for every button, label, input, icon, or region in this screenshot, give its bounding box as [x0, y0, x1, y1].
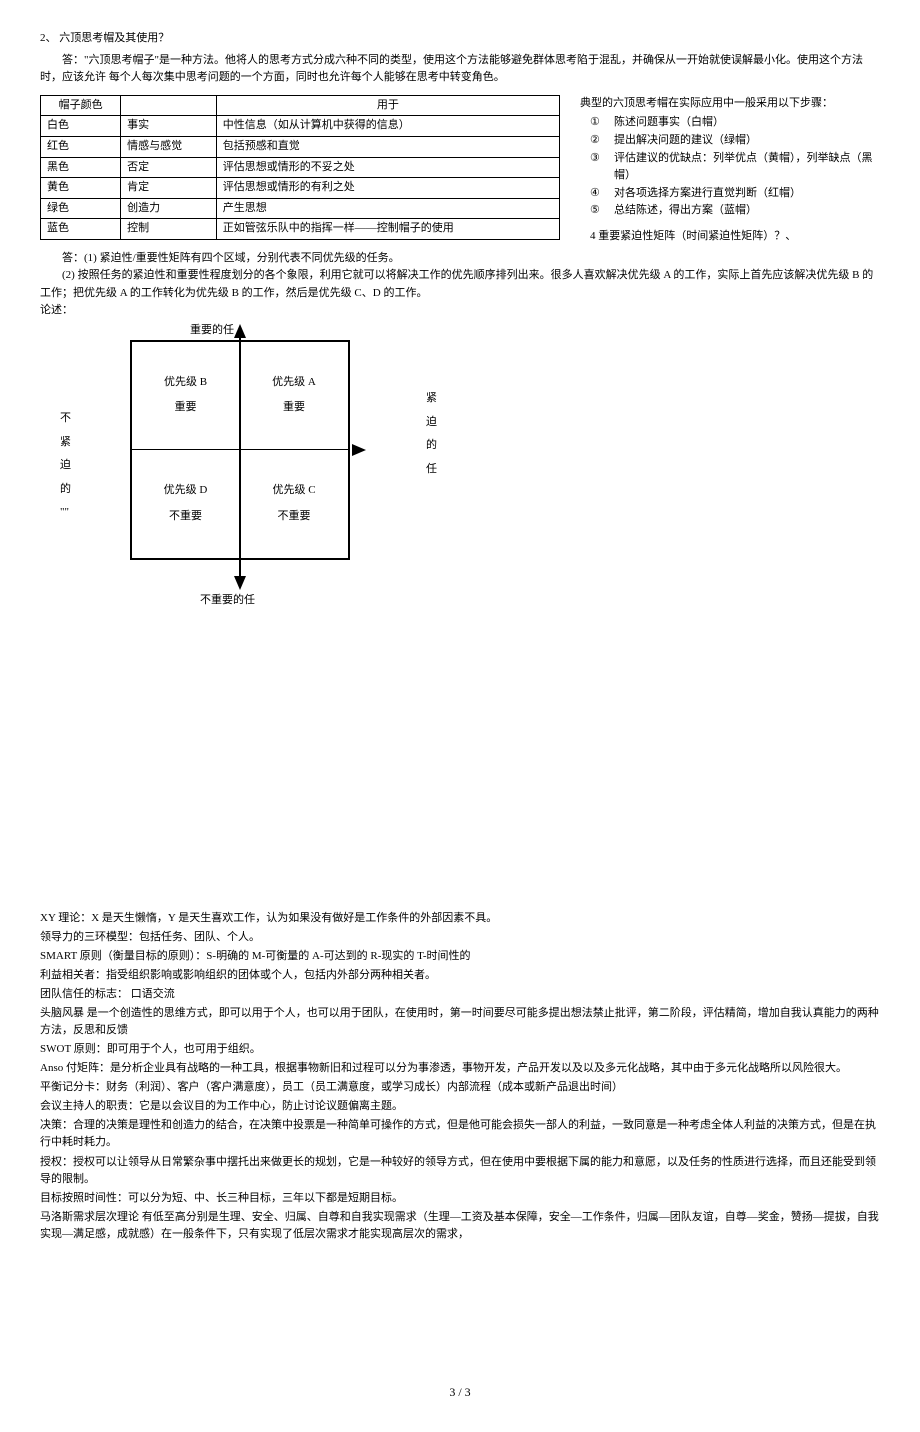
th-use: 用于 [216, 95, 559, 116]
vertical-axis [239, 338, 241, 582]
note-line: 会议主持人的职责：它是以会议目的为工作中心，防止讨论议题偏离主题。 [40, 1098, 880, 1115]
q4-title: 4 重要紧迫性矩阵（时间紧迫性矩阵）？、 [590, 228, 880, 246]
hats-table: 帽子颜色 用于 白色事实中性信息（如从计算机中获得的信息） 红色情感与感觉包括预… [40, 95, 560, 240]
note-line: 授权：授权可以让领导从日常繁杂事中摆托出来做更长的规划，它是一种较好的领导方式，… [40, 1154, 880, 1188]
quad-top-label: 重要的任 [190, 322, 234, 340]
quad-left-label: 不 紧 迫 的 "" [60, 410, 74, 528]
note-line: 团队信任的标志： 口语交流 [40, 986, 880, 1003]
arrow-down-icon [234, 576, 246, 590]
step: ④对各项选择方案进行直觉判断（红帽） [590, 185, 880, 203]
table-row: 白色事实中性信息（如从计算机中获得的信息） [41, 116, 560, 137]
table-row: 黄色肯定评估思想或情形的有利之处 [41, 178, 560, 199]
note-line: 马洛斯需求层次理论 有低至高分别是生理、安全、归属、自尊和自我实现需求（生理—工… [40, 1209, 880, 1243]
quad-d: 优先级 D 不重要 [132, 450, 240, 558]
notes-section: XY 理论：X 是天生懒惰，Y 是天生喜欢工作，认为如果没有做好是工作条件的外部… [40, 910, 880, 1243]
note-line: 决策：合理的决策是理性和创造力的结合，在决策中投票是一种简单可操作的方式，但是他… [40, 1117, 880, 1151]
arrow-right-icon [352, 444, 366, 456]
note-line: 领导力的三环模型：包括任务、团队、个人。 [40, 929, 880, 946]
note-line: 头脑风暴 是一个创造性的思维方式，即可以用于个人，也可以用于团队，在使用时，第一… [40, 1005, 880, 1039]
answer2-l3: 论述： [40, 302, 880, 320]
page-number: 3 / 3 [40, 1383, 880, 1402]
note-line: SWOT 原则：即可用于个人，也可用于组织。 [40, 1041, 880, 1058]
table-row: 黑色否定评估思想或情形的不妥之处 [41, 157, 560, 178]
note-line: 平衡记分卡：财务（利润）、客户（客户满意度），员工（员工满意度，或学习成长）内部… [40, 1079, 880, 1096]
q2-answer: 答："六顶思考帽子"是一种方法。他将人的思考方式分成六种不同的类型，使用这个方法… [40, 52, 880, 87]
step: ②提出解决问题的建议（绿帽） [590, 132, 880, 150]
quad-bottom-label: 不重要的任 [200, 592, 255, 610]
quad-b: 优先级 B 重要 [132, 342, 240, 450]
note-line: Anso 付矩阵：是分析企业具有战略的一种工具，根据事物新旧和过程可以分为事渗透… [40, 1060, 880, 1077]
note-line: XY 理论：X 是天生懒惰，Y 是天生喜欢工作，认为如果没有做好是工作条件的外部… [40, 910, 880, 927]
answer2-l2: (2) 按照任务的紧迫性和重要性程度划分的各个象限，利用它就可以将解决工作的优先… [40, 267, 880, 302]
step: ①陈述问题事实（白帽） [590, 114, 880, 132]
note-line: SMART 原则（衡量目标的原则）：S-明确的 M-可衡量的 A-可达到的 R-… [40, 948, 880, 965]
step: ③评估建议的优缺点：列举优点（黄帽），列举缺点（黑帽） [590, 150, 880, 185]
th-color: 帽子颜色 [41, 95, 121, 116]
step: ⑤总结陈述，得出方案（蓝帽） [590, 202, 880, 220]
answer2-l1: 答：(1) 紧迫性/重要性矩阵有四个区域，分别代表不同优先级的任务。 [40, 250, 880, 268]
table-row: 红色情感与感觉包括预感和直觉 [41, 136, 560, 157]
priority-quadrant: 重要的任 不 紧 迫 的 "" 优先级 B 重要 优先级 A 重要 优先级 D … [100, 340, 380, 560]
th-blank [121, 95, 217, 116]
steps-title: 典型的六顶思考帽在实际应用中一般采用以下步骤： [580, 95, 880, 113]
quad-right-label: 紧 迫 的 任 [426, 390, 440, 484]
table-row: 绿色创造力产生思想 [41, 198, 560, 219]
quad-a: 优先级 A 重要 [240, 342, 348, 450]
quad-c: 优先级 C 不重要 [240, 450, 348, 558]
note-line: 目标按照时间性：可以分为短、中、长三种目标，三年以下都是短期目标。 [40, 1190, 880, 1207]
note-line: 利益相关者：指受组织影响或影响组织的团体或个人，包括内外部分两种相关者。 [40, 967, 880, 984]
q2-title: 2、 六顶思考帽及其使用？ [40, 30, 880, 48]
arrow-up-icon [234, 324, 246, 338]
table-row: 蓝色控制正如管弦乐队中的指挥一样——控制帽子的使用 [41, 219, 560, 240]
